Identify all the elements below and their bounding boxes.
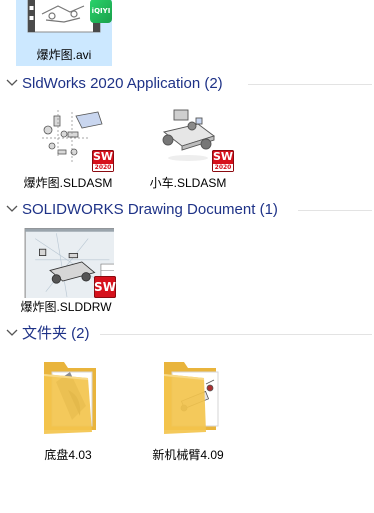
group-title: SOLIDWORKS Drawing Document (1): [22, 201, 278, 218]
folder-tile[interactable]: 底盘4.03: [20, 352, 116, 464]
group-header-drawing[interactable]: SOLIDWORKS Drawing Document (1): [0, 200, 374, 220]
folder-tile[interactable]: 新机械臂4.09: [140, 352, 236, 464]
group-divider: [248, 84, 372, 85]
group-divider: [298, 210, 372, 211]
folder-icon: [164, 362, 219, 434]
iqiyi-app-icon: iQIYI: [90, 0, 112, 23]
chevron-down-icon: [6, 79, 18, 86]
file-name: 小车.SLDASM: [149, 176, 227, 190]
chevron-down-icon: [6, 205, 18, 212]
solidworks-badge-icon: SW 2020: [212, 150, 234, 172]
file-tile-drawing[interactable]: SW 爆炸图.SLDDRW: [18, 224, 116, 316]
folder-icon: [44, 362, 96, 434]
solidworks-badge-icon: SW: [94, 276, 116, 298]
folder-name: 底盘4.03: [44, 448, 92, 462]
group-header-sldworks[interactable]: SldWorks 2020 Application (2): [0, 74, 374, 94]
chevron-down-icon: [6, 329, 18, 336]
folder-name: 新机械臂4.09: [152, 448, 224, 462]
group-title: SldWorks 2020 Application (2): [22, 75, 223, 92]
file-tile-assembly[interactable]: SW 2020 爆炸图.SLDASM: [20, 98, 116, 190]
file-tile-assembly[interactable]: SW 2020 小车.SLDASM: [140, 98, 236, 190]
file-tile-video[interactable]: iQIYI 爆炸图.avi: [16, 0, 112, 66]
group-header-folders[interactable]: 文件夹 (2): [0, 324, 374, 344]
file-name: 爆炸图.SLDDRW: [20, 300, 112, 314]
file-name: 爆炸图.avi: [36, 48, 92, 62]
solidworks-badge-icon: SW 2020: [92, 150, 114, 172]
file-name: 爆炸图.SLDASM: [23, 176, 113, 190]
group-divider: [100, 334, 372, 335]
group-title: 文件夹 (2): [22, 325, 90, 342]
